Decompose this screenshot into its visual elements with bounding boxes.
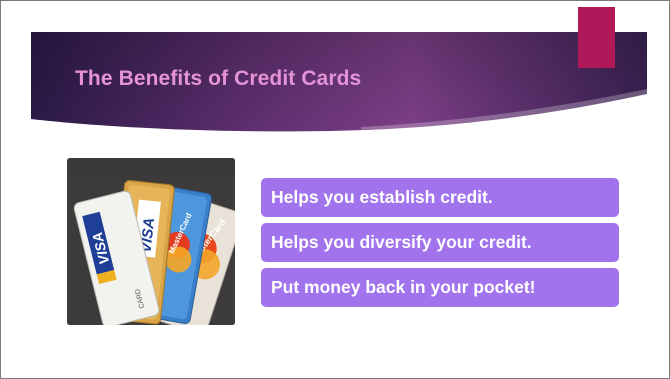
benefit-item-diversify-credit: Helps you diversify your credit.: [261, 223, 619, 262]
credit-cards-photo: MasterCard MasterCard VISA ER: [67, 158, 235, 325]
slide-title: The Benefits of Credit Cards: [75, 67, 362, 90]
benefits-list: Helps you establish credit. Helps you di…: [261, 178, 619, 313]
slide: The Benefits of Credit Cards MasterCard …: [0, 0, 670, 379]
benefit-item-establish-credit: Helps you establish credit.: [261, 178, 619, 217]
credit-cards-illustration: MasterCard MasterCard VISA ER: [67, 158, 235, 325]
accent-block: [578, 7, 615, 68]
benefit-item-money-back: Put money back in your pocket!: [261, 268, 619, 307]
